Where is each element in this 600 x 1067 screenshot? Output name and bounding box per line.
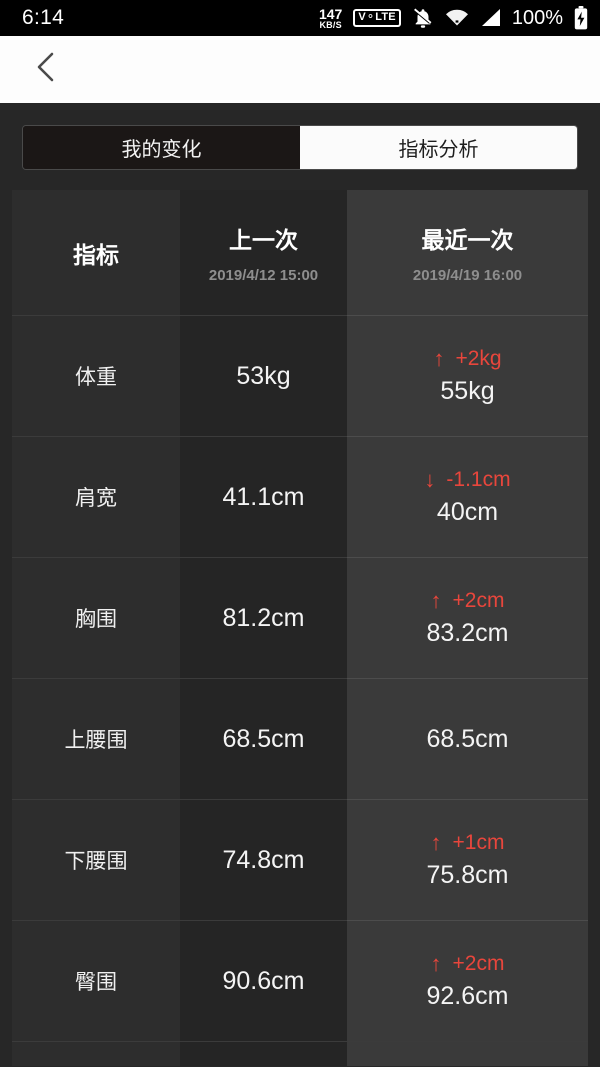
latest-value: 55kg bbox=[440, 376, 495, 405]
battery-charging-icon bbox=[574, 6, 588, 30]
arrow-down-icon: ↓ bbox=[424, 466, 436, 492]
delta-indicator: ↑ +2cm bbox=[431, 589, 505, 613]
column-previous: 上一次 2019/4/12 15:00 53kg 41.1cm 81.2cm 6… bbox=[180, 190, 347, 1066]
tab-my-changes[interactable]: 我的变化 bbox=[23, 126, 300, 169]
table-row: 90.6cm bbox=[180, 920, 347, 1041]
table-row: 74.8cm bbox=[180, 799, 347, 920]
chevron-left-icon bbox=[31, 50, 61, 89]
table-row-partial bbox=[180, 1041, 347, 1066]
previous-value: 68.5cm bbox=[222, 724, 305, 753]
delta-indicator: ↑ +2kg bbox=[433, 347, 501, 371]
table-row-partial bbox=[347, 1041, 588, 1066]
latest-value: 40cm bbox=[436, 497, 499, 526]
delta-value: +2kg bbox=[455, 346, 502, 370]
metric-label: 臀围 bbox=[75, 971, 117, 994]
measurements-table: 指标 体重 肩宽 胸围 上腰围 下腰围 臀围 上一次 2019/4/12 15:… bbox=[12, 190, 588, 1066]
notifications-off-icon bbox=[412, 7, 434, 29]
table-row: 上腰围 bbox=[12, 678, 180, 799]
table-row: ↑ +2kg 55kg bbox=[347, 315, 588, 436]
table-row: 胸围 bbox=[12, 557, 180, 678]
table-row: 68.5cm bbox=[347, 678, 588, 799]
status-bar-icons: 147 KB/S V⚬LTE 100% bbox=[319, 6, 588, 30]
table-row: 41.1cm bbox=[180, 436, 347, 557]
latest-value: 75.8cm bbox=[426, 860, 509, 889]
tab-bar-wrapper: 我的变化 指标分析 bbox=[0, 103, 600, 190]
status-clock: 6:14 bbox=[22, 6, 65, 29]
tab-bar: 我的变化 指标分析 bbox=[22, 125, 578, 170]
metric-label: 体重 bbox=[75, 366, 117, 389]
delta-indicator: ↓ -1.1cm bbox=[424, 468, 510, 492]
table-row: ↓ -1.1cm 40cm bbox=[347, 436, 588, 557]
column-metric: 指标 体重 肩宽 胸围 上腰围 下腰围 臀围 bbox=[12, 190, 180, 1066]
arrow-up-icon: ↑ bbox=[430, 587, 442, 613]
latest-value: 83.2cm bbox=[426, 618, 509, 647]
metric-label: 胸围 bbox=[75, 608, 117, 631]
latest-value: 92.6cm bbox=[426, 981, 509, 1010]
table-row: ↑ +2cm 92.6cm bbox=[347, 920, 588, 1041]
delta-value: +2cm bbox=[452, 951, 505, 975]
arrow-up-icon: ↑ bbox=[430, 950, 442, 976]
delta-value: -1.1cm bbox=[446, 467, 511, 491]
status-bar: 6:14 147 KB/S V⚬LTE 100% bbox=[0, 0, 600, 36]
table-row: 肩宽 bbox=[12, 436, 180, 557]
metric-label: 肩宽 bbox=[75, 487, 117, 510]
previous-value: 53kg bbox=[236, 361, 291, 390]
latest-value: 68.5cm bbox=[426, 724, 509, 753]
column-header-previous: 上一次 2019/4/12 15:00 bbox=[180, 190, 347, 315]
table-row: 下腰围 bbox=[12, 799, 180, 920]
table-row: ↑ +1cm 75.8cm bbox=[347, 799, 588, 920]
table-row: 53kg bbox=[180, 315, 347, 436]
delta-value: +2cm bbox=[452, 588, 505, 612]
previous-value: 74.8cm bbox=[222, 845, 305, 874]
network-speed-unit: KB/S bbox=[319, 19, 342, 30]
column-header-metric: 指标 bbox=[12, 190, 180, 315]
table-row: 体重 bbox=[12, 315, 180, 436]
network-speed-indicator: 147 KB/S bbox=[319, 7, 342, 30]
previous-value: 90.6cm bbox=[222, 966, 305, 995]
table-row: 81.2cm bbox=[180, 557, 347, 678]
header-label-latest: 最近一次 bbox=[421, 227, 514, 253]
metric-label: 上腰围 bbox=[64, 729, 128, 752]
previous-value: 81.2cm bbox=[222, 603, 305, 632]
back-button[interactable] bbox=[24, 48, 68, 92]
previous-value: 41.1cm bbox=[222, 482, 305, 511]
header-date-previous: 2019/4/12 15:00 bbox=[208, 267, 319, 284]
header-label-previous: 上一次 bbox=[229, 227, 298, 253]
network-speed-value: 147 bbox=[318, 5, 343, 22]
app-root: 6:14 147 KB/S V⚬LTE 100% 我的变化 指标分析 指标 体重… bbox=[0, 0, 600, 1067]
header-date-latest: 2019/4/19 16:00 bbox=[412, 267, 523, 284]
arrow-up-icon: ↑ bbox=[433, 345, 445, 371]
cellular-signal-icon bbox=[480, 8, 501, 28]
table-row: 68.5cm bbox=[180, 678, 347, 799]
column-header-latest: 最近一次 2019/4/19 16:00 bbox=[347, 190, 588, 315]
column-latest: 最近一次 2019/4/19 16:00 ↑ +2kg 55kg ↓ -1.1c… bbox=[347, 190, 588, 1066]
delta-value: +1cm bbox=[452, 830, 505, 854]
tab-metric-analysis[interactable]: 指标分析 bbox=[300, 126, 577, 169]
delta-indicator: ↑ +2cm bbox=[431, 952, 505, 976]
delta-indicator: ↑ +1cm bbox=[431, 831, 505, 855]
table-row-partial bbox=[12, 1041, 180, 1066]
wifi-icon bbox=[445, 8, 469, 28]
table-row: 臀围 bbox=[12, 920, 180, 1041]
header-label-metric: 指标 bbox=[73, 241, 119, 268]
app-bar bbox=[0, 36, 600, 103]
battery-percent-label: 100% bbox=[511, 6, 563, 29]
table-row: ↑ +2cm 83.2cm bbox=[347, 557, 588, 678]
volte-icon: V⚬LTE bbox=[353, 9, 401, 27]
metric-label: 下腰围 bbox=[64, 850, 128, 873]
arrow-up-icon: ↑ bbox=[430, 829, 442, 855]
